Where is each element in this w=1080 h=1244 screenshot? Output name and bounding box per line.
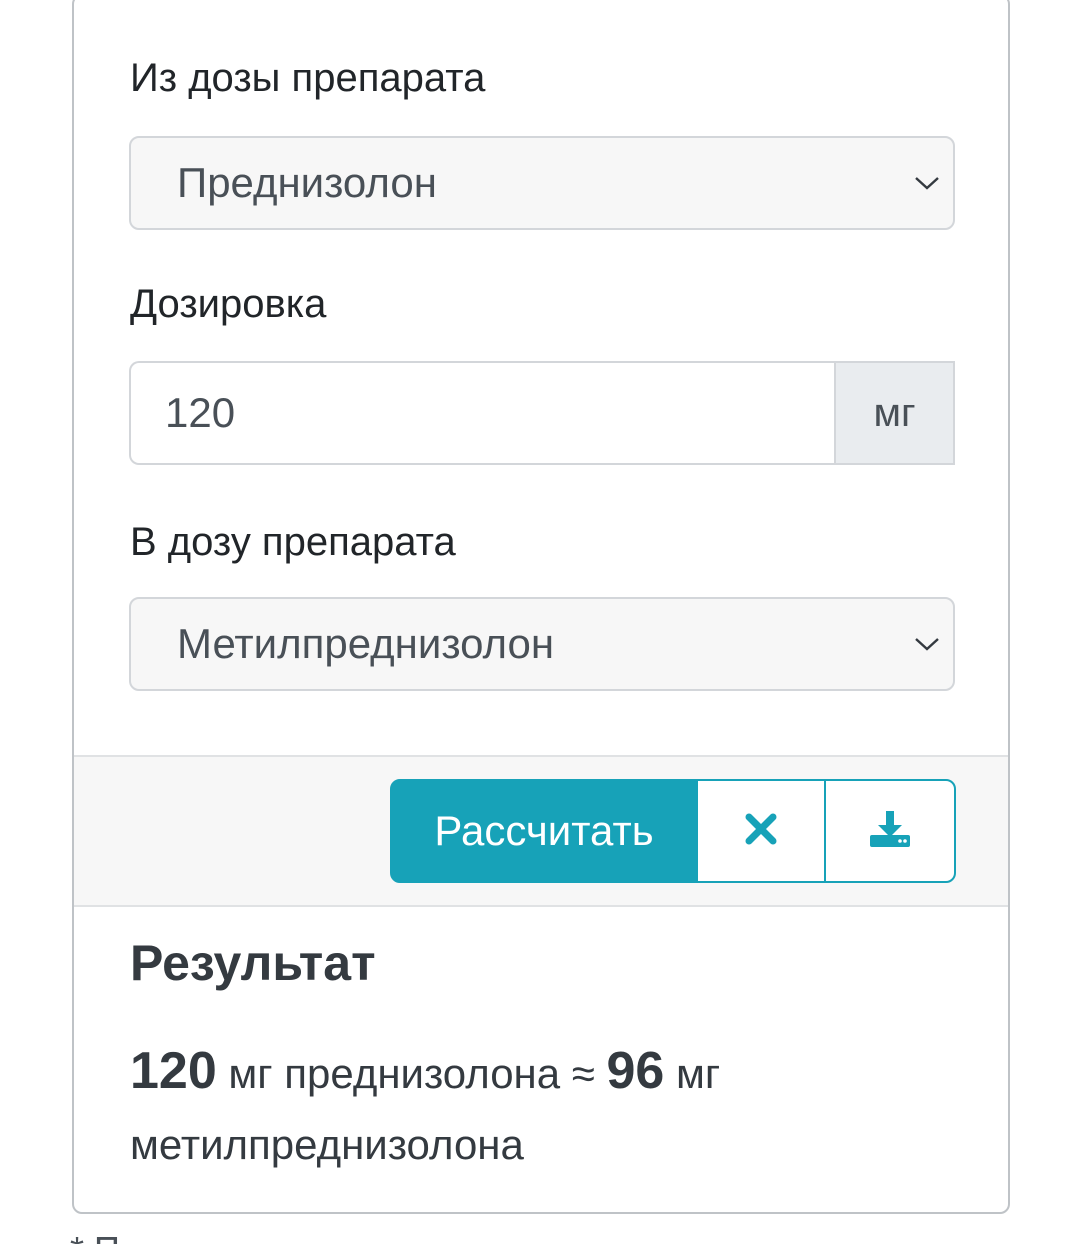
to-drug-label: В дозу препарата [130,520,456,564]
chevron-down-icon [907,599,947,689]
from-drug-select[interactable]: Преднизолон [129,136,955,230]
chevron-down-icon [907,138,947,228]
result-from-amount: 120 [130,1042,217,1100]
result-title: Результат [130,935,376,991]
close-icon [743,811,779,852]
to-drug-select[interactable]: Метилпреднизолон [129,597,955,691]
result-text: 120 мг преднизолона ≈ 96 мг метилпредниз… [130,1036,910,1180]
action-button-group: Рассчитать [390,779,956,883]
dose-input-group: 120 мг [129,361,955,465]
footnote: * П [70,1232,120,1244]
calculate-button[interactable]: Рассчитать [390,779,698,883]
page: Из дозы препарата Преднизолон Дозировка … [0,0,1080,1244]
download-button[interactable] [824,779,956,883]
dose-unit-addon: мг [834,361,955,465]
to-drug-value: Метилпреднизолон [177,620,555,667]
dose-label: Дозировка [130,282,327,326]
from-drug-value: Преднизолон [177,159,437,206]
card-footer: Рассчитать [74,755,1008,907]
card-body: Из дозы препарата Преднизолон Дозировка … [74,0,1008,752]
result-from-text: мг преднизолона ≈ [216,1050,607,1097]
from-drug-label: Из дозы препарата [130,56,486,100]
clear-button[interactable] [696,779,826,883]
result-to-amount: 96 [606,1042,665,1100]
dose-input-value: 120 [165,389,236,436]
download-icon [868,809,912,854]
converter-card: Из дозы препарата Преднизолон Дозировка … [72,0,1010,1214]
dose-input[interactable]: 120 [129,361,836,465]
